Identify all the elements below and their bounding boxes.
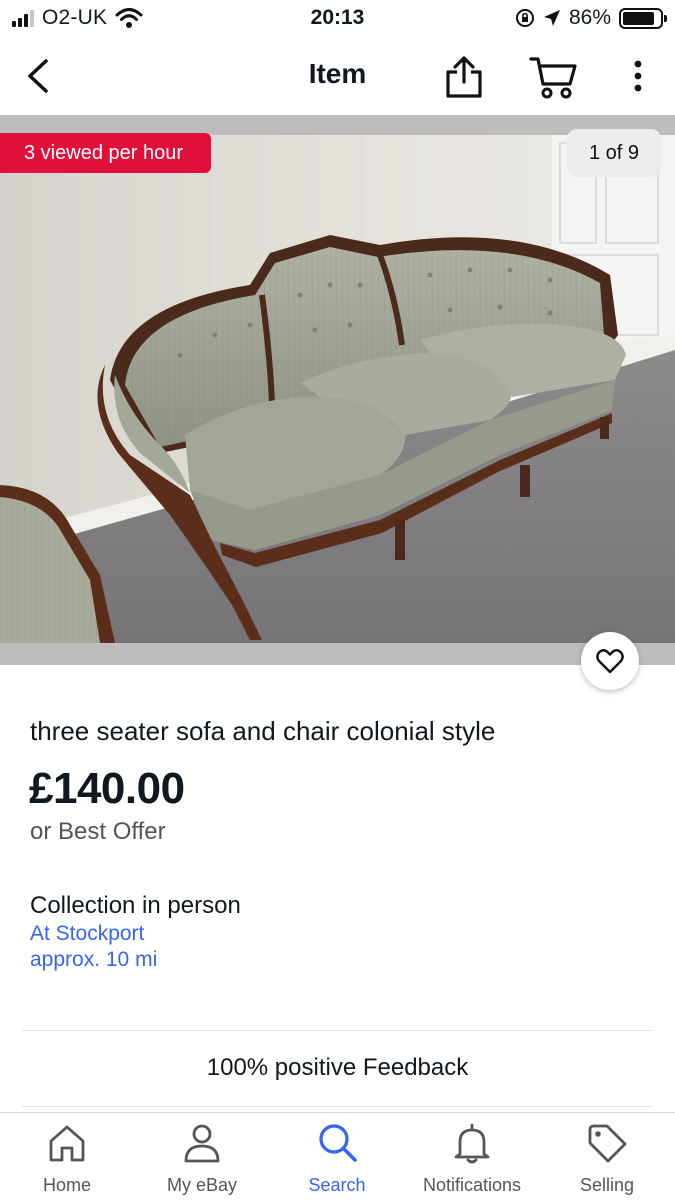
cart-button[interactable]: [528, 54, 580, 100]
tab-label: Notifications: [422, 1175, 522, 1195]
collection-label: Collection in person: [30, 892, 241, 919]
chevron-left-icon: [28, 59, 48, 93]
search-icon: [319, 1124, 357, 1162]
divider: [22, 1030, 653, 1031]
person-icon: [184, 1124, 220, 1163]
location-arrow-icon: [543, 10, 560, 26]
tab-bar: Home My eBay Search Notifications Sellin…: [0, 1112, 675, 1200]
image-counter: 1 of 9: [566, 129, 661, 177]
home-icon: [49, 1125, 85, 1162]
battery-percent: 86%: [568, 6, 611, 29]
item-price: £140.00: [29, 764, 185, 813]
best-offer-text: or Best Offer: [30, 818, 166, 845]
divider: [22, 1106, 653, 1107]
sofa-photo[interactable]: [0, 135, 675, 643]
tab-selling[interactable]: Selling: [547, 1121, 667, 1200]
orientation-lock-icon: [515, 9, 534, 27]
item-title: three seater sofa and chair colonial sty…: [30, 716, 496, 746]
heart-icon: [596, 649, 624, 674]
watch-button[interactable]: [581, 632, 639, 690]
bell-icon: [454, 1123, 490, 1164]
status-bar: O2-UK 20:13 86%: [0, 0, 675, 38]
back-button[interactable]: [20, 56, 60, 96]
tab-home[interactable]: Home: [7, 1121, 127, 1200]
tab-label: Search: [308, 1175, 366, 1195]
battery-icon: [619, 7, 667, 29]
status-right: 86%: [515, 6, 667, 30]
tag-icon: [588, 1124, 627, 1163]
distance-text[interactable]: approx. 10 mi: [30, 948, 157, 972]
views-badge: 3 viewed per hour: [0, 133, 211, 173]
more-options-button[interactable]: [624, 56, 652, 96]
location-link[interactable]: At Stockport: [30, 922, 144, 946]
tab-search[interactable]: Search: [277, 1121, 397, 1200]
nav-bar: Item: [0, 38, 675, 114]
seller-feedback[interactable]: 100% positive Feedback: [0, 1054, 675, 1082]
cart-icon: [529, 57, 577, 99]
image-gallery[interactable]: 3 viewed per hour 1 of 9: [0, 115, 675, 665]
tab-notifications[interactable]: Notifications: [412, 1121, 532, 1200]
tab-label: My eBay: [166, 1175, 238, 1195]
tab-my-ebay[interactable]: My eBay: [142, 1121, 262, 1200]
tab-label: Home: [42, 1175, 91, 1195]
share-button[interactable]: [442, 54, 486, 100]
tab-label: Selling: [579, 1175, 635, 1195]
share-icon: [446, 56, 482, 98]
more-vertical-icon: [634, 60, 642, 92]
